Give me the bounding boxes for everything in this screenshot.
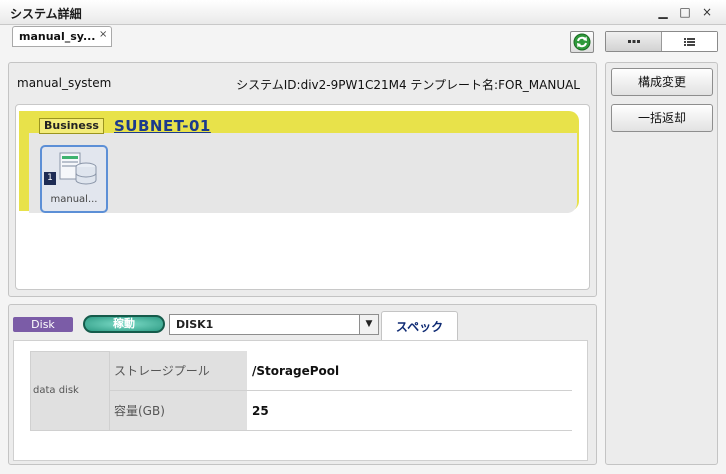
close-icon[interactable]: × xyxy=(700,5,714,19)
capacity-label: 容量(GB) xyxy=(110,391,247,431)
refresh-button[interactable] xyxy=(570,31,594,53)
server-node[interactable]: 1 manual... xyxy=(40,145,108,213)
subnet-link[interactable]: SUBNET-01 xyxy=(114,117,211,135)
status-badge: 稼動 xyxy=(83,315,165,333)
storage-pool-label: ストレージプール xyxy=(110,351,247,391)
server-storage-icon xyxy=(59,152,97,185)
tab-spec[interactable]: スペック xyxy=(381,311,458,341)
system-name: manual_system xyxy=(17,76,112,90)
bulk-return-button[interactable]: 一括返却 xyxy=(611,104,713,132)
server-count-badge: 1 xyxy=(44,172,56,185)
refresh-icon xyxy=(573,33,591,51)
tab-close-icon[interactable]: × xyxy=(99,29,107,40)
subnet-segment: Business SUBNET-01 1 manual... xyxy=(19,111,579,213)
list-view-icon xyxy=(684,38,695,46)
spec-content: data disk ストレージプール /StoragePool 容量(GB) 2… xyxy=(13,340,588,461)
change-configuration-button[interactable]: 構成変更 xyxy=(611,68,713,96)
dots-view-icon xyxy=(628,40,640,43)
server-label: manual... xyxy=(50,194,98,205)
disk-badge: Disk xyxy=(13,317,73,332)
system-info: システムID:div2-9PW1C21M4 テンプレート名:FOR_MANUAL xyxy=(236,78,580,92)
spec-table: data disk ストレージプール /StoragePool 容量(GB) 2… xyxy=(30,351,572,431)
action-panel: 構成変更 一括返却 xyxy=(605,62,718,465)
window-title: システム詳細 xyxy=(10,7,82,21)
tab-manual-system[interactable]: manual_sy... × xyxy=(12,26,112,47)
dots-view-button[interactable] xyxy=(606,32,662,51)
topology-canvas: Business SUBNET-01 1 manual... xyxy=(15,104,590,290)
list-view-button[interactable] xyxy=(662,32,717,51)
capacity-value: 25 xyxy=(247,391,572,431)
business-badge: Business xyxy=(39,118,104,134)
view-toggle xyxy=(605,31,718,52)
minimize-icon[interactable]: ▁ xyxy=(656,5,670,19)
spec-group-label: data disk xyxy=(30,351,110,431)
disk-select-value: DISK1 xyxy=(176,318,214,331)
system-overview-panel: manual_system システムID:div2-9PW1C21M4 テンプレ… xyxy=(8,62,597,297)
disk-detail-panel: Disk 稼動 DISK1 ▼ スペック data disk ストレージプール … xyxy=(8,304,597,465)
chevron-down-icon[interactable]: ▼ xyxy=(359,315,378,334)
storage-pool-value: /StoragePool xyxy=(247,351,572,391)
disk-select[interactable]: DISK1 ▼ xyxy=(169,314,379,335)
maximize-icon[interactable]: □ xyxy=(678,5,692,19)
window-titlebar: システム詳細 ▁ □ × xyxy=(0,0,726,25)
subnet-body xyxy=(29,133,577,213)
tab-label: manual_sy... xyxy=(19,30,96,43)
